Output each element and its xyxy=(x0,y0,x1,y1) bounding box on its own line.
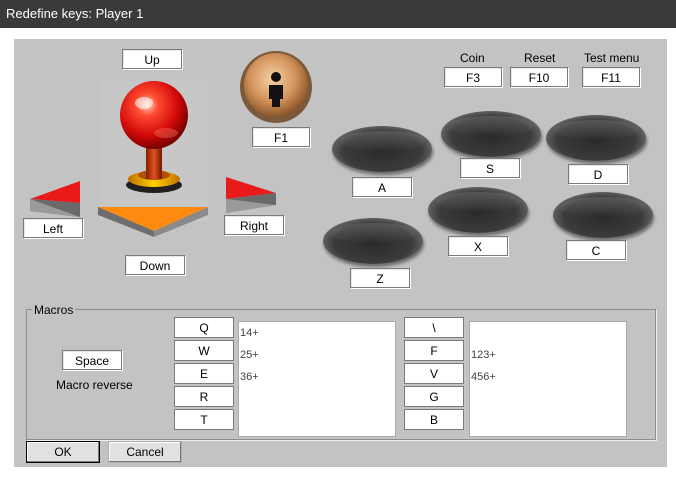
button-z-pad xyxy=(323,218,423,264)
arrow-left-icon xyxy=(30,181,80,217)
macro-left-key-label: Q xyxy=(199,321,209,335)
player-start-icon xyxy=(240,51,312,123)
button-s-label: S xyxy=(485,162,494,176)
reset-key-label: F10 xyxy=(528,71,550,85)
macro-right-list[interactable]: 123+ 456+ xyxy=(469,321,627,437)
macro-right-key-f[interactable]: F xyxy=(404,340,464,361)
macro-left-key-t[interactable]: T xyxy=(174,409,234,430)
coin-key-label: F3 xyxy=(465,71,480,85)
macro-right-key-label: \ xyxy=(432,321,436,335)
ok-button-label: OK xyxy=(54,445,72,459)
button-a-key[interactable]: A xyxy=(352,177,412,197)
macro-left-key-label: T xyxy=(200,413,208,427)
start-key-label: F1 xyxy=(273,131,288,145)
macro-left-key-label: W xyxy=(198,344,210,358)
button-x-label: X xyxy=(473,240,482,254)
button-d-pad xyxy=(546,115,646,161)
ok-button[interactable]: OK xyxy=(26,441,100,463)
cancel-button-label: Cancel xyxy=(126,445,164,459)
joystick-right-key[interactable]: Right xyxy=(224,215,284,235)
macro-left-key-label: R xyxy=(199,390,209,404)
title-bar[interactable]: Redefine keys: Player 1 xyxy=(0,0,676,28)
joystick-up-label: Up xyxy=(144,53,160,67)
list-item[interactable]: 123+ xyxy=(470,344,626,366)
button-z-label: Z xyxy=(376,272,384,286)
button-d-key[interactable]: D xyxy=(568,164,628,184)
button-a-label: A xyxy=(377,181,386,195)
button-c-pad xyxy=(553,192,653,238)
joystick-down-key[interactable]: Down xyxy=(125,255,185,275)
macro-right-key-g[interactable]: G xyxy=(404,386,464,407)
macro-right-key-backslash[interactable]: \ xyxy=(404,317,464,338)
macro-left-key-r[interactable]: R xyxy=(174,386,234,407)
macro-left-key-w[interactable]: W xyxy=(174,340,234,361)
button-z-key[interactable]: Z xyxy=(350,268,410,288)
joystick-left-key[interactable]: Left xyxy=(23,218,83,238)
list-item[interactable]: 14+ xyxy=(239,322,395,344)
joystick-down-label: Down xyxy=(139,259,171,273)
arrow-down-icon xyxy=(98,207,208,237)
button-c-label: C xyxy=(591,244,601,258)
macro-right-key-v[interactable]: V xyxy=(404,363,464,384)
list-item[interactable]: 25+ xyxy=(239,344,395,366)
coin-label: Coin xyxy=(460,51,485,65)
button-a-pad xyxy=(332,126,432,172)
cancel-button[interactable]: Cancel xyxy=(108,441,182,463)
button-x-pad xyxy=(428,187,528,233)
macro-left-key-label: E xyxy=(199,367,208,381)
macro-left-list[interactable]: 14+ 25+ 36+ xyxy=(238,321,396,437)
macro-left-key-q[interactable]: Q xyxy=(174,317,234,338)
joystick-right-label: Right xyxy=(239,219,268,233)
test-menu-key[interactable]: F11 xyxy=(582,67,640,87)
macro-left-key-e[interactable]: E xyxy=(174,363,234,384)
macro-right-key-label: G xyxy=(429,390,439,404)
window-title: Redefine keys: Player 1 xyxy=(6,6,144,21)
macro-right-key-label: B xyxy=(429,413,438,427)
button-c-key[interactable]: C xyxy=(566,240,626,260)
list-item[interactable] xyxy=(470,322,626,344)
coin-key[interactable]: F3 xyxy=(444,67,502,87)
macro-reverse-label: Macro reverse xyxy=(56,378,133,392)
list-item[interactable]: 456+ xyxy=(470,366,626,388)
dialog-body: Up Left Right Down F1 Coin F3 Reset F10 … xyxy=(14,39,667,467)
button-s-pad xyxy=(441,111,541,157)
button-s-key[interactable]: S xyxy=(460,158,520,178)
test-menu-key-label: F11 xyxy=(601,71,621,85)
macros-legend: Macros xyxy=(32,303,76,317)
reset-label: Reset xyxy=(524,51,556,65)
macro-right-key-label: F xyxy=(430,344,438,358)
list-item[interactable]: 36+ xyxy=(239,366,395,388)
reset-key[interactable]: F10 xyxy=(510,67,568,87)
joystick-left-label: Left xyxy=(42,222,63,236)
arrow-right-icon xyxy=(226,177,276,213)
macro-trigger-label: Space xyxy=(74,354,110,368)
macro-trigger-key[interactable]: Space xyxy=(62,350,122,370)
macro-right-key-b[interactable]: B xyxy=(404,409,464,430)
button-d-label: D xyxy=(593,168,603,182)
start-key[interactable]: F1 xyxy=(252,127,310,147)
macro-right-key-label: V xyxy=(429,367,438,381)
joystick-up-key[interactable]: Up xyxy=(122,49,182,69)
button-x-key[interactable]: X xyxy=(448,236,508,256)
test-menu-label: Test menu xyxy=(584,51,640,65)
